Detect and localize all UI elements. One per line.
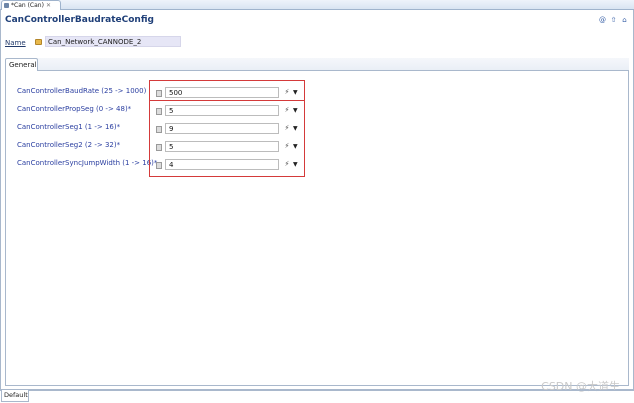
name-field[interactable] [45,36,181,47]
close-icon[interactable]: ✕ [46,2,51,9]
highlight-box-baudrate [149,80,305,101]
folder-icon [35,39,42,45]
help-icon[interactable]: @ [599,17,606,24]
param-label-propseg: CanControllerPropSeg (0 -> 48)* [17,105,132,113]
tab-general[interactable]: General [5,58,38,71]
param-label-baudrate: CanControllerBaudRate (25 -> 1000) [17,87,147,95]
general-section-body [5,70,629,386]
editor-tab-label: *Can (Can) [11,2,44,9]
highlight-box-timing [149,100,305,177]
editor-toolbar: @ ⇧ ⌂ [599,17,628,24]
up-icon[interactable]: ⇧ [610,17,617,24]
param-label-syncjumpwidth: CanControllerSyncJumpWidth (1 -> 16)* [17,159,158,167]
editor-file-icon [4,3,9,8]
home-icon[interactable]: ⌂ [621,17,628,24]
name-label: Name [5,39,26,47]
bottom-tab-bar [0,390,634,391]
param-label-seg1: CanControllerSeg1 (1 -> 16)* [17,123,121,131]
tab-default[interactable]: Default [1,390,29,402]
page-title: CanControllerBaudrateConfig [5,15,154,25]
editor-tab-can[interactable]: *Can (Can) ✕ [1,0,61,10]
param-label-seg2: CanControllerSeg2 (2 -> 32)* [17,141,121,149]
editor-tab-bar: *Can (Can) ✕ [0,0,634,10]
watermark: CSDN @大道生 [541,380,620,393]
